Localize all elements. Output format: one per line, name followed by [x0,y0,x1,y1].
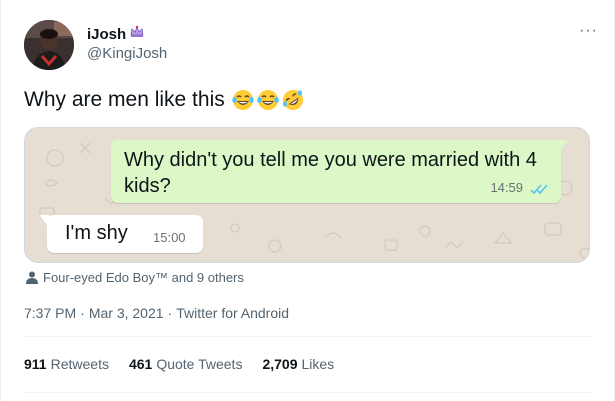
retweets-count: 911 [24,356,47,372]
tweet-source[interactable]: Twitter for Android [176,305,289,321]
retweets-stat[interactable]: 911 Retweets [24,356,109,372]
sent-message-time: 14:59 [490,180,523,195]
quote-tweets-stat[interactable]: 461 Quote Tweets [129,356,243,372]
rolling-on-floor-laughing-emoji-icon [282,90,303,110]
social-context-text: Four-eyed Edo Boy™ and 9 others [43,270,244,285]
received-message-time: 15:00 [153,230,186,245]
divider [24,336,591,337]
retweets-label: Retweets [50,356,109,372]
avatar[interactable] [24,20,74,70]
emoji-group [231,88,305,112]
engagement-stats: 911 Retweets 461 Quote Tweets 2,709 Like… [24,356,334,372]
bubble-tail [39,215,49,227]
author-handle[interactable]: @KingiJosh [87,45,167,62]
quote-tweets-label: Quote Tweets [156,356,243,372]
meta-separator: · [80,305,85,321]
sent-message-bubble: Why didn't you tell me you were married … [111,140,569,203]
received-message-text: I'm shy [65,222,128,244]
tweet-date[interactable]: Mar 3, 2021 [89,305,164,321]
social-context[interactable]: Four-eyed Edo Boy™ and 9 others [26,270,244,285]
more-options-icon[interactable]: ··· [579,22,598,40]
tweet-card: iJosh @KingiJosh ··· Why are men like th… [0,0,615,401]
tears-of-joy-emoji-icon [257,90,279,110]
tiara-icon [129,24,145,45]
author-name-row[interactable]: iJosh [87,24,145,45]
tweet-meta: 7:37 PM · Mar 3, 2021 · Twitter for Andr… [24,305,289,321]
meta-separator: · [167,305,173,321]
tweet-text: Why are men like this [24,88,305,112]
divider [24,392,591,393]
author-name[interactable]: iJosh [87,26,126,43]
sent-message-text: Why didn't you tell me you were married … [124,149,537,197]
double-check-icon [530,184,548,195]
tweet-time[interactable]: 7:37 PM [24,305,76,321]
person-icon [26,271,38,284]
likes-count: 2,709 [262,356,298,372]
received-message-bubble: I'm shy 15:00 [39,215,203,253]
bubble-tail [559,140,569,152]
chat-screenshot-image[interactable]: Why didn't you tell me you were married … [24,127,590,263]
tears-of-joy-emoji-icon [232,90,254,110]
tweet-body: Why are men like this [24,88,225,111]
likes-stat[interactable]: 2,709 Likes [262,356,334,372]
likes-label: Likes [301,356,335,372]
quote-tweets-count: 461 [128,356,153,372]
